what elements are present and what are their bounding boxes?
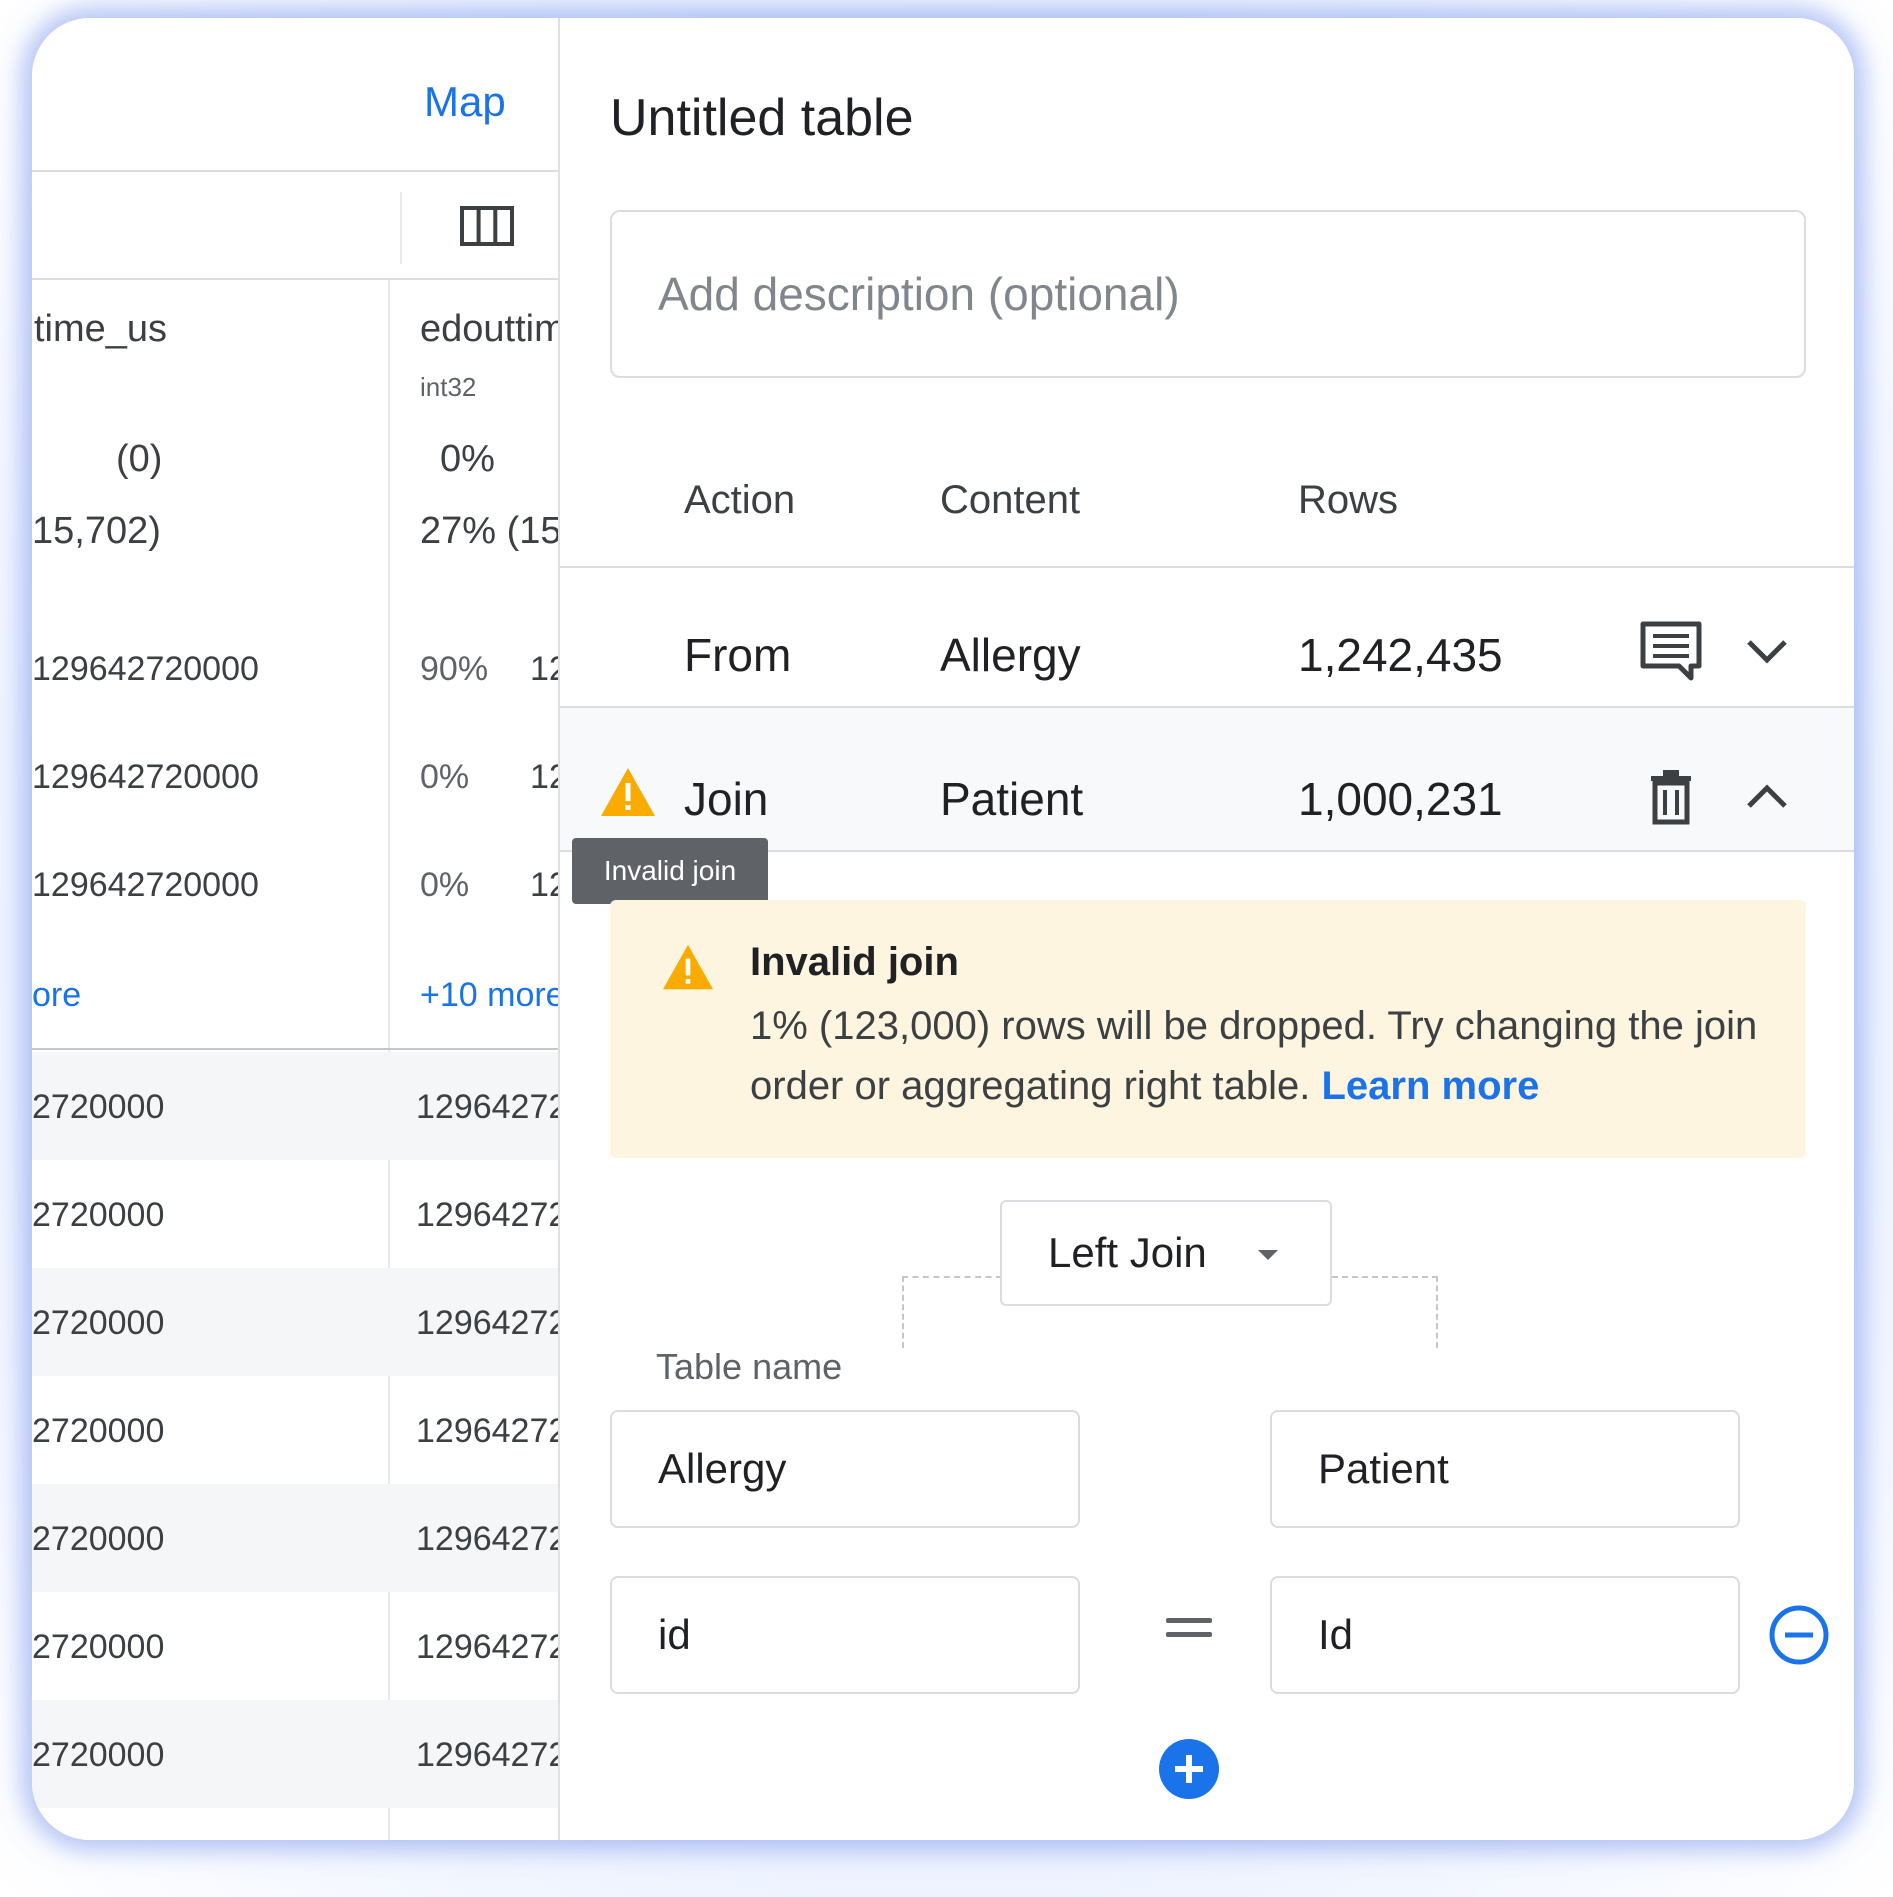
column-header-content: Content <box>940 478 1081 522</box>
warning-banner: Invalid join 1% (123,000) rows will be d… <box>610 900 1806 1158</box>
step-action: From <box>684 629 792 681</box>
left-table-value: Allergy <box>658 1445 787 1492</box>
table-cell: 12964272C <box>416 1088 560 1126</box>
step-rows: 1,000,231 <box>1298 773 1503 825</box>
table-cell: 12964272C <box>416 1196 560 1234</box>
table-cell: 2720000 <box>32 1628 165 1666</box>
distribution-value: 129 <box>530 758 560 796</box>
table-cell: 2720000 <box>32 1196 165 1234</box>
table-cell: 2720000 <box>32 1304 165 1342</box>
remove-condition-icon[interactable] <box>1764 1600 1834 1670</box>
warning-body-text: 1% (123,000) rows will be dropped. Try c… <box>750 1004 1758 1108</box>
column-stat: (0) <box>116 438 163 480</box>
step-content: Allergy <box>940 629 1081 681</box>
column-stat: 0% <box>440 438 495 480</box>
join-type-value: Left Join <box>1048 1229 1207 1276</box>
table-cell: 12964272C <box>416 1304 560 1342</box>
table-name-label: Table name <box>656 1346 843 1387</box>
right-table-value: Patient <box>1318 1445 1449 1492</box>
table-cell: 2720000 <box>32 1088 165 1126</box>
divider <box>400 192 402 264</box>
left-key-value: id <box>658 1611 691 1658</box>
warning-icon <box>663 944 713 990</box>
tooltip-text: Invalid join <box>603 855 737 886</box>
table-builder-panel: Untitled table Add description (optional… <box>558 18 1854 1840</box>
add-condition-icon[interactable] <box>1154 1734 1224 1804</box>
learn-more-link[interactable]: Learn more <box>1321 1064 1539 1108</box>
warning-message: 1% (123,000) rows will be dropped. Try c… <box>750 996 1760 1116</box>
app-card: Map time_us (0) 15,702) 129642720000 129… <box>32 18 1854 1840</box>
distribution-percent: 0% <box>420 866 470 904</box>
more-link[interactable]: ore <box>32 976 81 1015</box>
distribution-value: 129642720000 <box>32 650 259 688</box>
column-stat: 27% (15, <box>420 510 560 552</box>
right-key-field[interactable]: Id <box>1270 1576 1740 1694</box>
divider <box>560 566 1854 568</box>
left-key-field[interactable]: id <box>610 1576 1080 1694</box>
step-rows: 1,242,435 <box>1298 629 1503 681</box>
columns-icon[interactable] <box>460 206 514 246</box>
warning-icon[interactable] <box>598 764 658 820</box>
step-content: Patient <box>940 773 1084 825</box>
divider <box>32 1048 560 1050</box>
chevron-up-icon[interactable] <box>1732 762 1802 832</box>
invalid-join-tooltip: Invalid join <box>572 838 768 904</box>
column-type: int32 <box>420 372 477 402</box>
divider <box>32 278 560 280</box>
column-header[interactable]: time_us <box>34 308 167 351</box>
comment-icon[interactable] <box>1636 616 1706 686</box>
description-placeholder: Add description (optional) <box>658 268 1180 320</box>
equals-icon <box>1166 1618 1212 1642</box>
tab-map[interactable]: Map <box>424 78 506 126</box>
join-type-dropdown[interactable]: Left Join <box>1000 1200 1332 1306</box>
column-header-action: Action <box>684 478 796 522</box>
distribution-value: 129 <box>530 650 560 688</box>
column-header[interactable]: edouttim <box>420 308 560 351</box>
join-connector-right <box>1332 1276 1438 1348</box>
table-cell: 12964272C <box>416 1628 560 1666</box>
distribution-percent: 0% <box>420 758 470 796</box>
table-cell: 2720000 <box>32 1412 165 1450</box>
right-table-field[interactable]: Patient <box>1270 1410 1740 1528</box>
dropdown-arrow-icon <box>1258 1250 1278 1260</box>
distribution-value: 129642720000 <box>32 758 259 796</box>
page-title: Untitled table <box>610 89 914 147</box>
table-cell: 2720000 <box>32 1520 165 1558</box>
step-action: Join <box>684 773 769 825</box>
distribution-value: 129 <box>530 866 560 904</box>
warning-title: Invalid join <box>750 940 959 984</box>
right-key-value: Id <box>1318 1611 1354 1658</box>
table-cell: 12964272C <box>416 1520 560 1558</box>
join-connector-left <box>902 1276 1002 1348</box>
divider <box>32 170 560 172</box>
trash-icon[interactable] <box>1636 762 1706 832</box>
left-table-field[interactable]: Allergy <box>610 1410 1080 1528</box>
table-cell: 12964272C <box>416 1736 560 1774</box>
column-stat: 15,702) <box>32 510 161 552</box>
table-cell: 12964272C <box>416 1412 560 1450</box>
table-cell: 2720000 <box>32 1736 165 1774</box>
chevron-down-icon[interactable] <box>1732 616 1802 686</box>
distribution-percent: 90% <box>420 650 489 688</box>
more-link[interactable]: +10 more <box>420 976 560 1015</box>
description-input[interactable]: Add description (optional) <box>610 210 1806 378</box>
column-header-rows: Rows <box>1298 478 1399 522</box>
distribution-value: 129642720000 <box>32 866 259 904</box>
data-table-panel: Map time_us (0) 15,702) 129642720000 129… <box>32 18 560 1840</box>
